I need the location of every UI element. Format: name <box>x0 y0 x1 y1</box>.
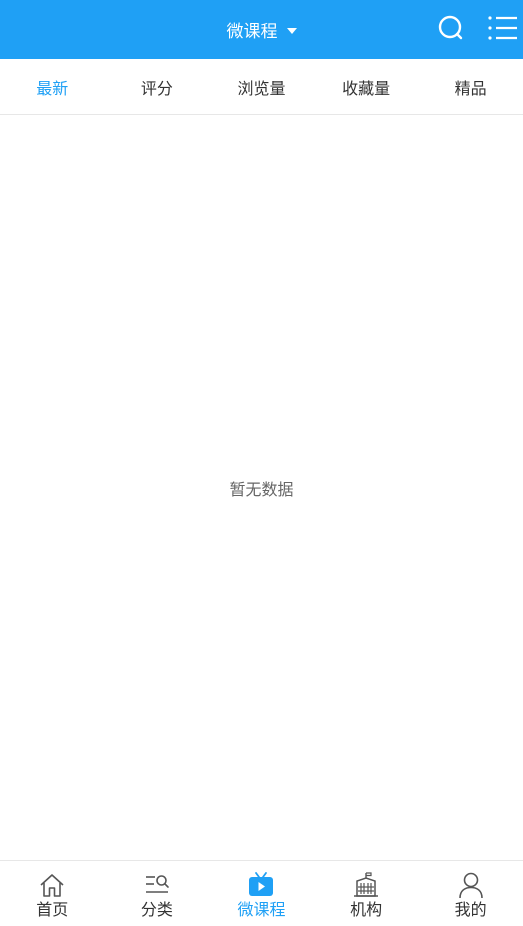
nav-item-profile[interactable]: 我的 <box>418 861 523 926</box>
caret-down-icon <box>286 27 297 34</box>
nav-item-home[interactable]: 首页 <box>0 861 105 926</box>
category-icon <box>145 875 169 893</box>
user-icon <box>458 872 483 899</box>
nav-label-microcourse: 微课程 <box>237 900 286 919</box>
tab-rating[interactable]: 评分 <box>105 59 210 114</box>
nav-item-category[interactable]: 分类 <box>105 861 210 926</box>
list-menu-icon[interactable] <box>486 12 518 44</box>
empty-state-message: 暂无数据 <box>229 480 294 499</box>
app-header: 微课程 <box>0 0 523 59</box>
sort-tabs: 最新 评分 浏览量 收藏量 精品 <box>0 59 523 115</box>
building-icon <box>354 872 379 897</box>
tv-play-icon <box>249 872 274 896</box>
tab-featured[interactable]: 精品 <box>418 59 523 114</box>
tab-latest[interactable]: 最新 <box>0 59 105 114</box>
nav-label-profile: 我的 <box>454 900 487 919</box>
nav-item-institution[interactable]: 机构 <box>314 861 419 926</box>
header-title: 微课程 <box>226 22 278 42</box>
home-icon <box>40 874 64 897</box>
tab-views[interactable]: 浏览量 <box>209 59 314 114</box>
tab-favorites[interactable]: 收藏量 <box>314 59 419 114</box>
bottom-navigation: 首页 分类 微课程 机构 我的 <box>0 860 523 926</box>
search-icon[interactable] <box>435 12 467 44</box>
nav-label-home: 首页 <box>36 900 69 919</box>
nav-label-institution: 机构 <box>350 900 383 919</box>
nav-item-microcourse[interactable]: 微课程 <box>209 861 314 926</box>
nav-label-category: 分类 <box>140 900 173 919</box>
